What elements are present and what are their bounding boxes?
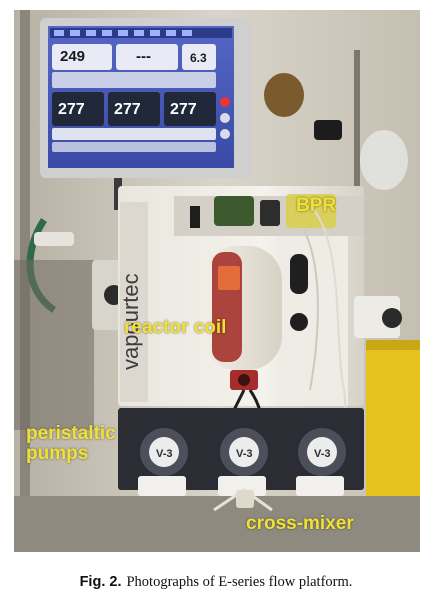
label-peristaltic-pumps: peristaltic pumps [26, 423, 116, 464]
label-cross-mixer: cross-mixer [246, 513, 354, 534]
toolbar-icons [54, 30, 192, 36]
screen-pump-row [52, 128, 216, 140]
label-bpr: BPR [296, 195, 337, 216]
photo-scene: vapourtec V-3 V-3 V-3 [14, 10, 420, 552]
figure-label: Fig. 2. [79, 574, 122, 590]
screen-reactor-value-2: 277 [114, 101, 141, 118]
label-reactor-coil: reactor coil [124, 317, 227, 338]
pump-label-3: V-3 [314, 448, 331, 460]
cork-ring [264, 73, 304, 117]
screen-bottom-row [52, 142, 216, 152]
port-black-1 [290, 254, 308, 294]
screen-top-dash: --- [136, 48, 151, 65]
screen-status-row [52, 72, 216, 88]
bottle-cap [260, 200, 280, 226]
flow-platform-photo: vapourtec V-3 V-3 V-3 249 --- 6.3 277 27… [14, 10, 420, 552]
bottle-dark [214, 196, 254, 226]
reactor-label [218, 266, 240, 290]
screen-top-value: 249 [60, 48, 86, 65]
screen-reactor-value-1: 277 [58, 101, 85, 118]
caption-text: Photographs of E-series flow platform. [126, 574, 353, 590]
bpr-knob [382, 308, 402, 328]
pump-label-1: V-3 [156, 448, 173, 460]
cross-mixer-body [236, 490, 254, 508]
lab-bench [14, 496, 420, 552]
side-equipment [14, 260, 94, 430]
figure-caption: Fig. 2. Photographs of E-series flow plat… [0, 574, 432, 591]
flask [360, 130, 408, 190]
pump-clamp-3 [296, 476, 344, 496]
yellow-bin [366, 340, 420, 510]
pump-clamp-1 [138, 476, 186, 496]
pump-label-2: V-3 [236, 448, 253, 460]
screen-reactor-value-3: 277 [170, 101, 197, 118]
screen-badge: 6.3 [190, 51, 207, 65]
clamp [34, 232, 74, 246]
clamp-black [314, 120, 342, 140]
port-black-2 [290, 313, 308, 331]
screen-side-buttons [220, 97, 230, 139]
